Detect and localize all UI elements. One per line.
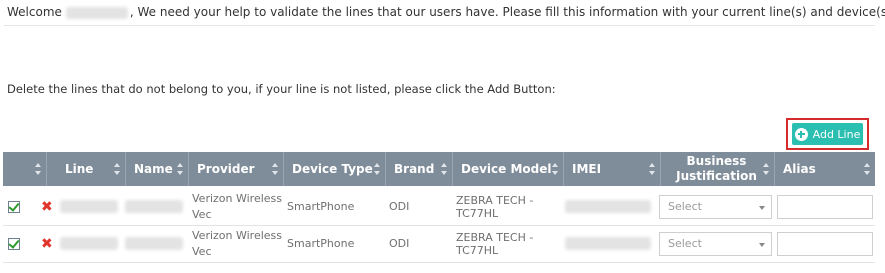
business-justification-select[interactable]: Select — [659, 194, 772, 219]
sort-icon — [864, 163, 870, 175]
add-line-highlight: Add Line — [786, 118, 869, 150]
sort-icon — [649, 163, 655, 175]
redacted-line — [60, 200, 118, 213]
sort-icon — [177, 163, 183, 175]
delete-icon[interactable]: ✖ — [41, 199, 53, 215]
col-line-header[interactable]: Line — [46, 152, 125, 186]
edit-check-icon[interactable] — [8, 237, 20, 250]
provider-cell: Verizon Wireless Vec — [192, 191, 283, 221]
alias-input[interactable] — [777, 231, 873, 256]
delete-icon[interactable]: ✖ — [41, 236, 53, 252]
chevron-down-icon — [759, 242, 765, 247]
device-model-cell: ZEBRA TECH -TC77HL — [456, 230, 534, 257]
redacted-username — [65, 6, 128, 19]
brand-cell: ODI — [389, 200, 410, 213]
plus-circle-icon — [794, 127, 808, 141]
redacted-imei — [565, 237, 651, 250]
sort-icon — [35, 163, 41, 175]
provider-cell: Verizon Wireless Vec — [192, 228, 283, 258]
sort-icon — [114, 163, 120, 175]
add-line-label: Add Line — [812, 127, 861, 141]
col-business-justification-header[interactable]: Business Justification — [660, 152, 774, 186]
sort-icon — [272, 163, 278, 175]
col-imei-header[interactable]: IMEI — [563, 152, 660, 186]
table-row: ✖ Verizon Wireless Vec SmartPhone ODI ZE… — [3, 188, 875, 226]
device-type-cell: SmartPhone — [287, 237, 355, 250]
sort-icon — [552, 163, 558, 175]
col-brand-header[interactable]: Brand — [385, 152, 452, 186]
chevron-down-icon — [759, 205, 765, 210]
col-alias-header[interactable]: Alias — [774, 152, 875, 186]
add-line-button[interactable]: Add Line — [792, 123, 863, 145]
edit-check-icon[interactable] — [8, 200, 20, 213]
divider — [4, 25, 875, 26]
instruction-text: Delete the lines that do not belong to y… — [7, 82, 556, 96]
sort-icon — [763, 163, 769, 175]
welcome-message: Welcome , We need your help to validate t… — [7, 5, 885, 19]
business-justification-select[interactable]: Select — [659, 231, 772, 256]
sort-icon — [441, 163, 447, 175]
col-device-type-header[interactable]: Device Type — [283, 152, 385, 186]
redacted-line — [60, 237, 118, 250]
table-header: Line Name Provider Device Type Brand Dev… — [3, 152, 875, 186]
col-actions-header[interactable] — [3, 152, 46, 186]
brand-cell: ODI — [389, 237, 410, 250]
col-device-model-header[interactable]: Device Model — [452, 152, 563, 186]
col-name-header[interactable]: Name — [125, 152, 188, 186]
welcome-text: , We need your help to validate the line… — [129, 5, 885, 19]
welcome-prefix: Welcome — [7, 5, 62, 19]
redacted-name — [125, 237, 183, 250]
col-provider-header[interactable]: Provider — [188, 152, 283, 186]
redacted-name — [125, 200, 183, 213]
device-model-cell: ZEBRA TECH -TC77HL — [456, 193, 534, 220]
redacted-imei — [565, 200, 651, 213]
device-type-cell: SmartPhone — [287, 200, 355, 213]
table-row: ✖ Verizon Wireless Vec SmartPhone ODI ZE… — [3, 225, 875, 263]
alias-input[interactable] — [777, 194, 873, 219]
sort-icon — [374, 163, 380, 175]
